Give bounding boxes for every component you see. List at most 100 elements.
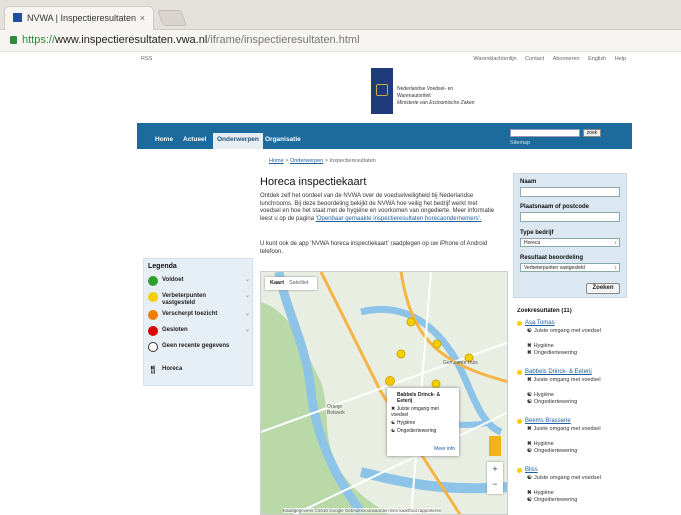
type-label: Type bedrijf <box>520 230 554 236</box>
result-link-beems[interactable]: Beems Brasserie <box>525 418 571 424</box>
map-attribution[interactable]: Kaartgegevens ©2016 Google Gebruiksvoorw… <box>283 508 442 513</box>
result-line: ☯ Juiste omgang met voedsel <box>527 328 601 334</box>
browser-tabbar: NVWA | Inspectieresultaten × <box>0 0 681 30</box>
web-page: RSS Warenklachtenlijn Contact Abonneren … <box>137 52 632 515</box>
inspection-info-link[interactable]: 'Openbaar gemaakte inspectieresultaten h… <box>316 216 482 222</box>
place-input[interactable] <box>520 212 620 222</box>
address-bar[interactable]: https://www.inspectieresultaten.vwa.nl/i… <box>0 30 681 52</box>
chevron-down-icon: ⌄ <box>244 277 250 283</box>
map-type-satelliet[interactable]: Satelliet <box>289 280 309 286</box>
nvwa-logo[interactable]: Nederlandse Voedsel- en Warenautoriteit … <box>371 68 481 114</box>
close-tab-icon[interactable]: × <box>140 13 145 23</box>
map-type-control: Kaart Satelliet <box>265 277 317 290</box>
yellow-dot-icon <box>148 292 158 302</box>
map-tiles <box>261 272 507 514</box>
app-paragraph: U kunt ook de app 'NVWA horeca inspectie… <box>260 241 488 255</box>
name-input[interactable] <box>520 187 620 197</box>
yellow-dot-icon <box>517 370 522 375</box>
map-info-popup: Babbels Drinck- & Eeterij ✖ Juiste omgan… <box>387 388 459 456</box>
breadcrumb: Home > Onderwerpen > Inspectieresultaten <box>269 158 376 164</box>
toplink-english[interactable]: English <box>588 56 606 62</box>
popup-more-info-link[interactable]: Meer info <box>434 446 455 452</box>
type-select[interactable]: Horeca <box>520 238 620 247</box>
popup-line-2: ☯ Hygiëne <box>391 420 416 426</box>
place-label: Plaatsnaam of postcode <box>520 204 590 210</box>
logo-line-3: Ministerie van Economische Zaken <box>397 100 475 106</box>
result-line: ✖ Hygiëne <box>527 490 554 496</box>
toplink-warenklachtenlijn[interactable]: Warenklachtenlijn <box>473 56 516 62</box>
lock-icon <box>10 36 17 44</box>
nav-home[interactable]: Home <box>155 136 173 143</box>
fork-knife-icon: 🍴︎ <box>148 365 159 374</box>
result-link-bliss[interactable]: Bliss <box>525 467 538 473</box>
zoom-in-button[interactable]: + <box>487 462 503 477</box>
result-label: Resultaat beoordeling <box>520 255 584 261</box>
url-text[interactable]: https://www.inspectieresultaten.vwa.nl/i… <box>22 34 360 46</box>
inspection-map[interactable]: Kaart Satelliet Gemeente Huis Oranje Bol… <box>260 271 508 515</box>
red-dot-icon <box>148 326 158 336</box>
crest-icon <box>371 68 393 114</box>
yellow-dot-icon <box>517 468 522 473</box>
top-links: RSS Warenklachtenlijn Contact Abonneren … <box>137 56 632 66</box>
browser-tab[interactable]: NVWA | Inspectieresultaten × <box>4 6 154 30</box>
result-line: ✖ Juiste omgang met voedsel <box>527 426 601 432</box>
nvwa-favicon-icon <box>13 13 22 22</box>
result-item: Asa Tomas ☯ Juiste omgang met voedsel ✖ Hy… <box>517 320 629 368</box>
yellow-dot-icon <box>517 419 522 424</box>
toplink-contact[interactable]: Contact <box>525 56 544 62</box>
logo-line-1: Nederlandse Voedsel- en <box>397 86 454 92</box>
toplink-help[interactable]: Help <box>615 56 626 62</box>
tab-title: NVWA | Inspectieresultaten <box>27 13 137 23</box>
rss-link[interactable]: RSS <box>141 56 152 62</box>
main-nav: Home Actueel Onderwerpen Organisatie zoe… <box>137 123 632 149</box>
search-results: Zoekresultaten (11) Asa Tomas ☯ Juiste om… <box>517 308 629 515</box>
result-line: ✖ Hygiëne <box>527 343 554 349</box>
map-zoom-control: + − <box>487 462 503 494</box>
legend-title: Legenda <box>148 263 177 270</box>
zoeken-button[interactable]: Zoeken <box>586 283 620 294</box>
white-dot-icon <box>148 342 158 352</box>
nav-organisatie[interactable]: Organisatie <box>265 136 301 143</box>
breadcrumb-onderwerpen[interactable]: Onderwerpen <box>290 158 323 164</box>
result-item: Beems Brasserie ✖ Juiste omgang met voeds… <box>517 418 629 466</box>
result-select[interactable]: Verbeterpunten vastgesteld <box>520 263 620 272</box>
chevron-down-icon: ⌄ <box>244 311 250 317</box>
green-dot-icon <box>148 276 158 286</box>
toplink-abonneren[interactable]: Abonneren <box>553 56 580 62</box>
result-line: ✖ Ongediertewering <box>527 350 578 356</box>
site-search-button[interactable]: zoek <box>583 129 601 137</box>
nav-actueel[interactable]: Actueel <box>183 136 206 143</box>
new-tab-button[interactable] <box>157 10 187 26</box>
street-view-pegman-icon[interactable] <box>489 436 501 456</box>
result-link-asa-tomas[interactable]: Asa Tomas <box>525 320 555 326</box>
yellow-dot-icon <box>517 321 522 326</box>
sitemap-link[interactable]: Sitemap <box>510 140 530 146</box>
result-line: ☯ Ongediertewering <box>527 448 578 454</box>
name-label: Naam <box>520 179 537 185</box>
search-panel: Naam Plaatsnaam of postcode Type bedrijf… <box>513 173 627 298</box>
chevron-down-icon: ⌄ <box>244 293 250 299</box>
nav-onderwerpen[interactable]: Onderwerpen <box>213 133 263 149</box>
logo-line-2: Warenautoriteit <box>397 93 431 99</box>
zoom-out-button[interactable]: − <box>487 477 503 492</box>
map-type-kaart[interactable]: Kaart <box>270 280 284 286</box>
map-label-gemeente-huis: Gemeente Huis <box>443 360 478 366</box>
intro-paragraph: Ontdek zelf het oordeel van de NVWA over… <box>260 193 495 222</box>
result-line: ☯ Juiste omgang met voedsel <box>527 475 601 481</box>
map-label-oranje-bolwerk: Oranje Bolwerk <box>327 404 345 416</box>
result-line: ✖ Hygiëne <box>527 441 554 447</box>
orange-dot-icon <box>148 310 158 320</box>
result-line: ☯ Hygiëne <box>527 392 555 398</box>
popup-line-3: ☯ Ongediertewering <box>391 428 437 434</box>
map-marker-selected[interactable] <box>385 376 395 386</box>
result-link-babbels[interactable]: Babbels Drinck- & Eeterij <box>525 369 592 375</box>
legend-panel: Legenda Voldoet ⌄ Verbeterpunten vastgest… <box>143 258 253 386</box>
breadcrumb-current: Inspectieresultaten <box>329 158 376 164</box>
result-item: Bliss ☯ Juiste omgang met voedsel ✖ Hygiën… <box>517 467 629 515</box>
results-title: Zoekresultaten (11) <box>517 308 572 314</box>
result-item: Babbels Drinck- & Eeterij ✖ Juiste omgang… <box>517 369 629 417</box>
result-line: ☯ Ongediertewering <box>527 497 578 503</box>
breadcrumb-home[interactable]: Home <box>269 158 284 164</box>
chevron-down-icon: ⌄ <box>244 327 250 333</box>
site-search-input[interactable] <box>510 129 580 137</box>
